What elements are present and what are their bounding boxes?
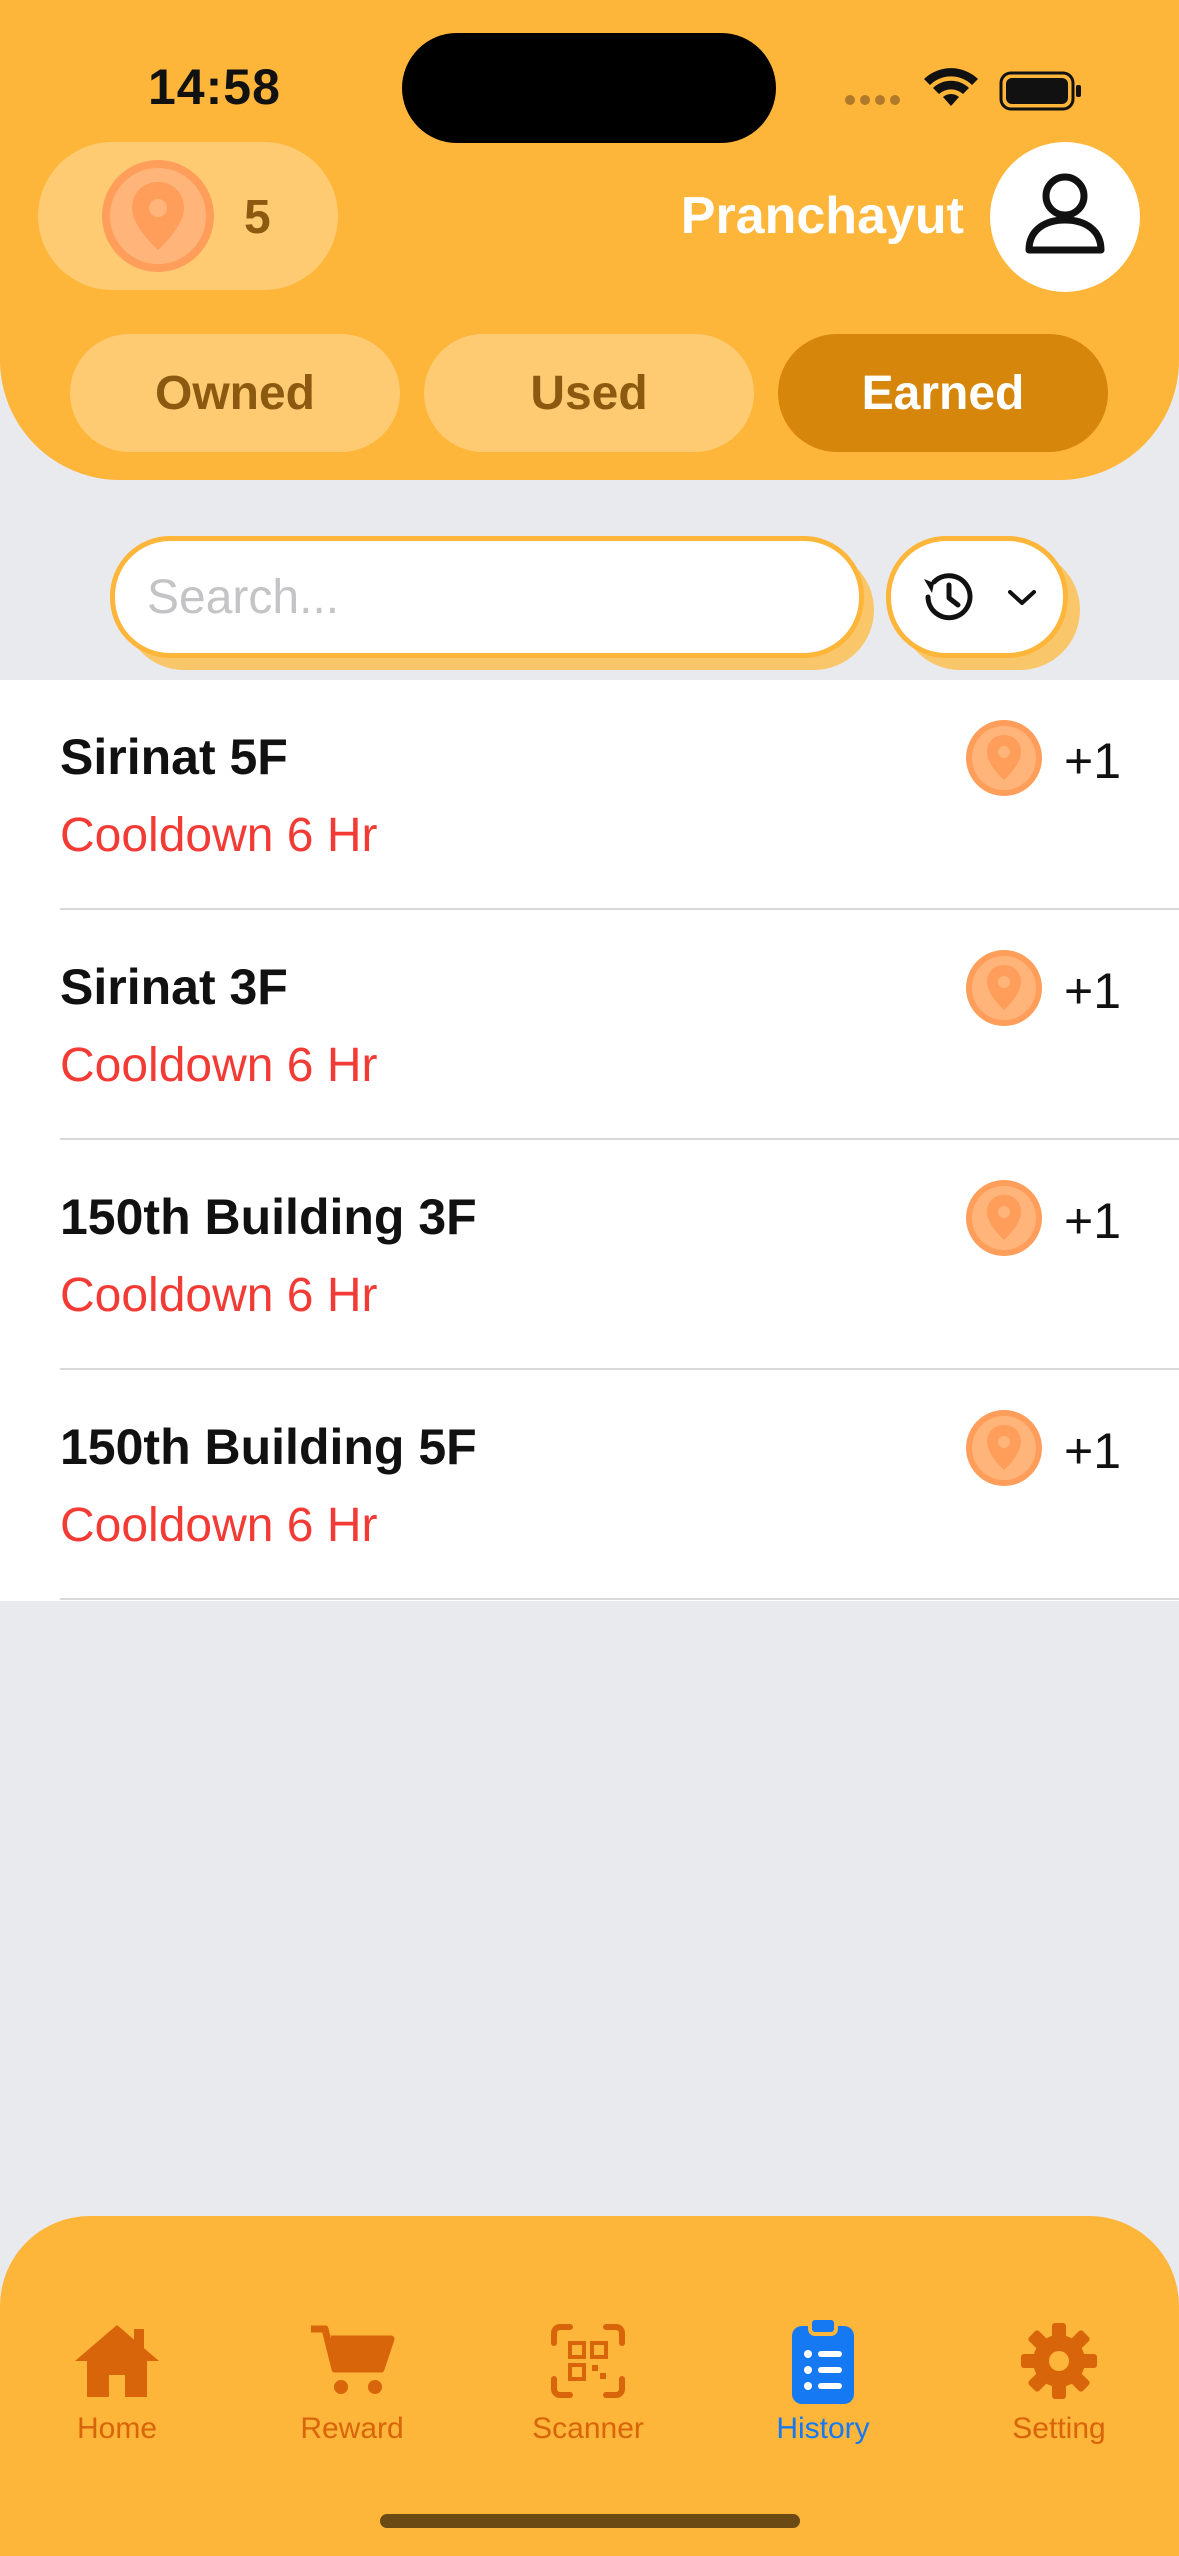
- tab-label: Scanner: [532, 2412, 644, 2445]
- status-icons: [845, 68, 1081, 111]
- item-title: Sirinat 3F: [60, 959, 288, 1015]
- tab-bar: Home Reward Scanner History Setting: [0, 2216, 1179, 2556]
- item-cooldown: Cooldown 6 Hr: [60, 1269, 378, 1322]
- item-title: 150th Building 5F: [60, 1419, 477, 1475]
- location-pin-icon: [966, 1410, 1042, 1486]
- points-count: 5: [244, 191, 271, 244]
- list-item[interactable]: 150th Building 5F Cooldown 6 Hr +1: [0, 1370, 1179, 1600]
- list-item[interactable]: 150th Building 3F Cooldown 6 Hr +1: [0, 1140, 1179, 1370]
- item-points: +1: [1064, 733, 1122, 789]
- item-points: +1: [1064, 1193, 1122, 1249]
- username: Pranchayut: [680, 187, 964, 245]
- tab-label: Setting: [1012, 2412, 1106, 2445]
- qr-scanner-icon: [551, 2324, 625, 2398]
- home-indicator: [380, 2514, 800, 2528]
- item-title: 150th Building 3F: [60, 1189, 477, 1245]
- cellular-signal-icon: [845, 95, 900, 105]
- tab-label: History: [776, 2412, 870, 2445]
- battery-icon: [999, 71, 1081, 111]
- dynamic-island: [402, 33, 776, 143]
- item-points: +1: [1064, 963, 1122, 1019]
- segment-used[interactable]: Used: [424, 334, 754, 452]
- gear-icon: [1021, 2323, 1097, 2399]
- list-item[interactable]: Sirinat 5F Cooldown 6 Hr +1: [0, 680, 1179, 910]
- points-balance[interactable]: 5: [38, 142, 338, 290]
- header: 14:58 5 Pranchayut Owned Used Earned: [0, 0, 1179, 480]
- location-pin-icon: [966, 1180, 1042, 1256]
- tab-home[interactable]: Home: [17, 2316, 217, 2446]
- tab-label: Home: [76, 2412, 158, 2445]
- cart-icon: [311, 2325, 395, 2394]
- wifi-icon: [924, 68, 978, 106]
- search-box: [110, 536, 864, 658]
- location-pin-icon: [966, 720, 1042, 796]
- status-time: 14:58: [148, 59, 281, 115]
- tab-label: Reward: [300, 2412, 404, 2445]
- item-title: Sirinat 5F: [60, 729, 288, 785]
- home-icon: [75, 2325, 159, 2397]
- segment-owned[interactable]: Owned: [70, 334, 400, 452]
- tab-reward[interactable]: Reward: [252, 2316, 452, 2446]
- sort-dropdown-button[interactable]: [886, 536, 1068, 658]
- tab-history[interactable]: History: [723, 2316, 923, 2446]
- list-item[interactable]: Sirinat 3F Cooldown 6 Hr +1: [0, 910, 1179, 1140]
- search-input[interactable]: [147, 569, 859, 625]
- person-icon: [1025, 173, 1105, 254]
- history-clock-icon: [924, 573, 973, 621]
- profile-button[interactable]: [990, 142, 1140, 292]
- tab-setting[interactable]: Setting: [959, 2316, 1159, 2446]
- history-list: Sirinat 5F Cooldown 6 Hr +1 Sirinat 3F C…: [0, 680, 1179, 1601]
- item-points: +1: [1064, 1423, 1122, 1479]
- chevron-down-icon: [1008, 590, 1036, 605]
- location-pin-icon: [102, 160, 214, 272]
- item-cooldown: Cooldown 6 Hr: [60, 809, 378, 862]
- item-cooldown: Cooldown 6 Hr: [60, 1499, 378, 1552]
- clipboard-list-icon: [792, 2316, 854, 2404]
- tab-scanner[interactable]: Scanner: [488, 2316, 688, 2446]
- segment-earned[interactable]: Earned: [778, 334, 1108, 452]
- location-pin-icon: [966, 950, 1042, 1026]
- item-cooldown: Cooldown 6 Hr: [60, 1039, 378, 1092]
